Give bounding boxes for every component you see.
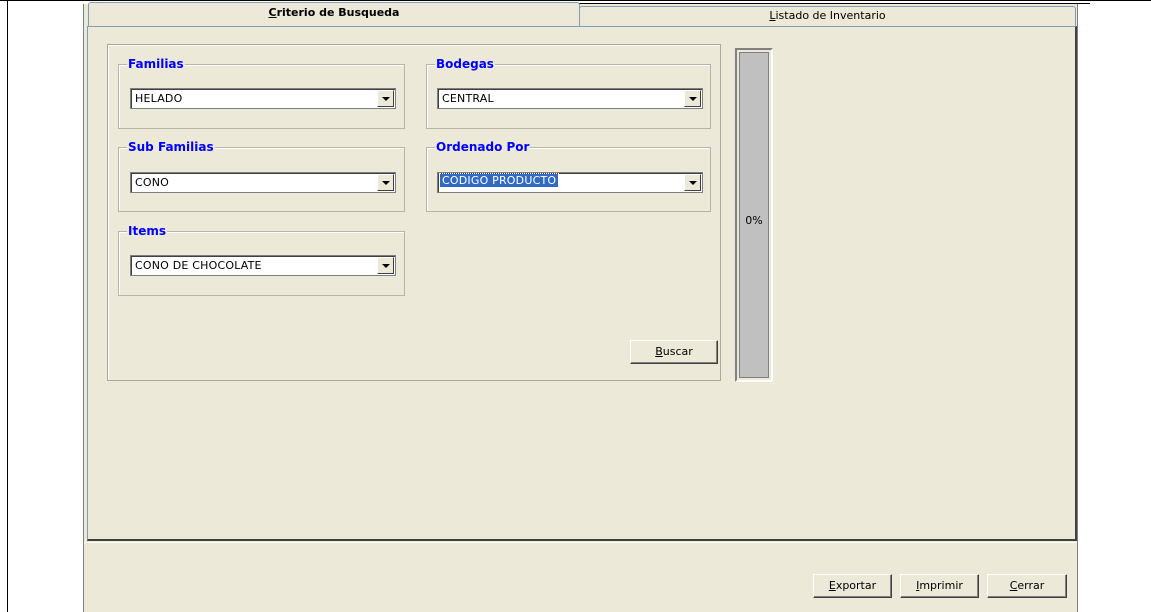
tab-listado-inventario[interactable]: Listado de Inventario xyxy=(579,6,1076,26)
familias-label: Familias xyxy=(127,57,185,71)
bodegas-label: Bodegas xyxy=(435,57,495,71)
progress-bar: 0% xyxy=(735,48,773,382)
progress-percent: 0% xyxy=(745,214,763,227)
chevron-down-icon xyxy=(689,97,697,101)
chevron-down-icon xyxy=(382,97,390,101)
items-select[interactable]: CONO DE CHOCOLATE xyxy=(130,255,396,276)
imprimir-label: mprimir xyxy=(919,579,963,592)
sub-familias-dropdown-button[interactable] xyxy=(377,174,394,191)
items-label: Items xyxy=(127,224,167,238)
exportar-accesskey: E xyxy=(828,579,836,592)
cerrar-label: errar xyxy=(1017,579,1045,592)
ordenado-por-value: CODIGO PRODUCTO xyxy=(438,173,560,188)
tab-criteria-accesskey: C xyxy=(268,6,277,19)
tab-inventory-label: istado de Inventario xyxy=(775,9,886,22)
ordenado-por-dropdown-button[interactable] xyxy=(684,174,701,191)
items-value: CONO DE CHOCOLATE xyxy=(135,259,262,272)
imprimir-button[interactable]: Imprimir xyxy=(900,574,979,598)
cerrar-button[interactable]: Cerrar xyxy=(987,574,1067,598)
bodegas-dropdown-button[interactable] xyxy=(684,90,701,107)
bodegas-select[interactable]: CENTRAL xyxy=(437,88,703,109)
exportar-label: xportar xyxy=(835,579,877,592)
chevron-down-icon xyxy=(382,264,390,268)
items-dropdown-button[interactable] xyxy=(377,257,394,274)
ordenado-por-label: Ordenado Por xyxy=(435,140,531,154)
familias-value: HELADO xyxy=(135,92,183,105)
sub-familias-value: CONO xyxy=(135,176,170,189)
sub-familias-select[interactable]: CONO xyxy=(130,172,396,193)
buscar-label: uscar xyxy=(662,345,693,358)
bodegas-value: CENTRAL xyxy=(442,92,494,105)
chevron-down-icon xyxy=(382,181,390,185)
familias-select[interactable]: HELADO xyxy=(130,88,396,109)
exportar-button[interactable]: Exportar xyxy=(813,574,892,598)
window-right-border xyxy=(1077,4,1078,612)
sub-familias-label: Sub Familias xyxy=(127,140,215,154)
familias-dropdown-button[interactable] xyxy=(377,90,394,107)
ordenado-por-select[interactable]: CODIGO PRODUCTO xyxy=(437,172,703,193)
document-left-border xyxy=(7,0,8,612)
tab-criteria-label: riterio de Busqueda xyxy=(276,6,400,19)
document-top-border xyxy=(0,0,1151,1)
buscar-accesskey: B xyxy=(655,345,663,358)
chevron-down-icon xyxy=(689,181,697,185)
buscar-button[interactable]: Buscar xyxy=(630,340,718,364)
tab-criterio-busqueda[interactable]: Criterio de Busqueda xyxy=(88,2,580,26)
